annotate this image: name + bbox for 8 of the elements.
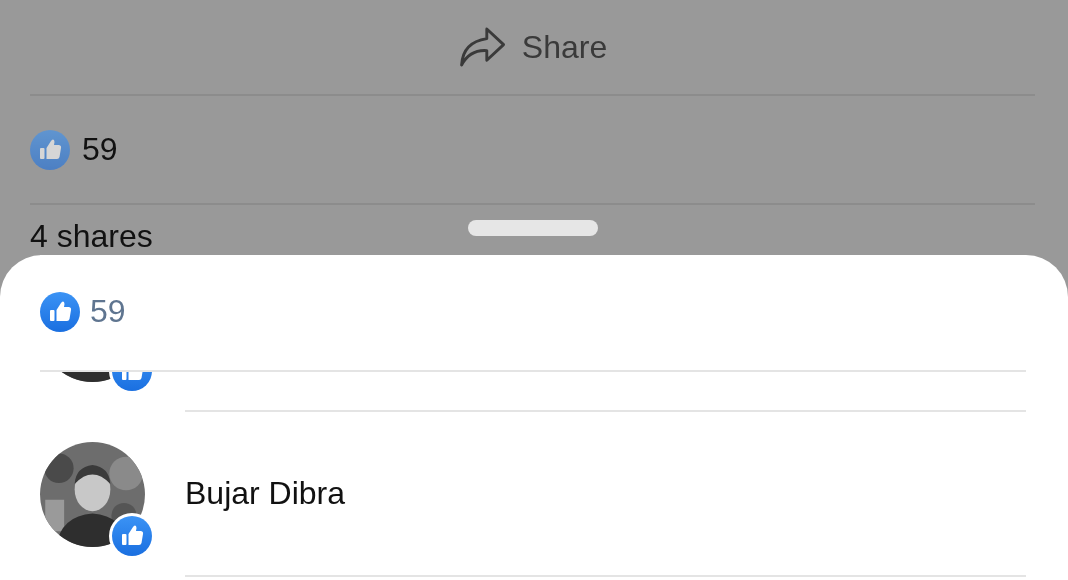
share-arrow-icon	[457, 25, 506, 69]
like-count: 59	[90, 293, 126, 330]
thumbs-up-icon	[30, 129, 70, 170]
share-button[interactable]: Share	[30, 0, 1035, 96]
person-name[interactable]: Bujar Dibra	[185, 475, 346, 512]
shares-count[interactable]: 4 shares	[30, 219, 153, 253]
like-count: 59	[82, 131, 118, 168]
drag-handle[interactable]	[468, 220, 598, 236]
